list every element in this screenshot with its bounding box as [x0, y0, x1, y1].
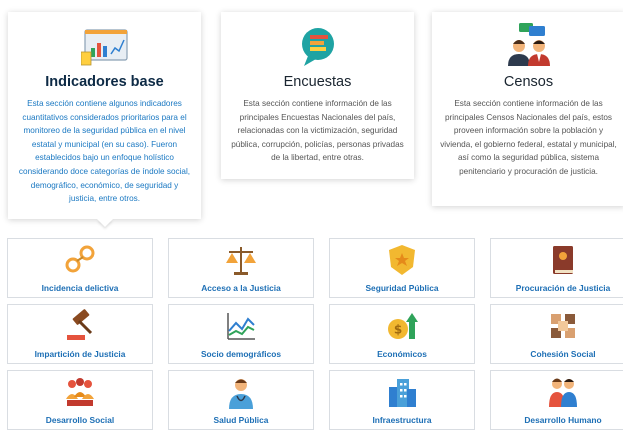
category-desarrollo-humano[interactable]: Desarrollo Humano — [490, 370, 623, 430]
category-label: Socio demográficos — [200, 349, 282, 359]
card-description: Esta sección contiene información de las… — [440, 99, 617, 176]
category-socio-demograficos[interactable]: Socio demográficos — [168, 304, 314, 364]
card-indicadores-base[interactable]: Indicadores base Esta sección contiene a… — [8, 12, 201, 219]
law-book-icon — [553, 246, 573, 274]
category-label: Desarrollo Humano — [524, 415, 602, 425]
category-label: Infraestructura — [372, 415, 432, 425]
category-cohesion-social[interactable]: Cohesión Social — [490, 304, 623, 364]
category-acceso-justicia[interactable]: Acceso a la Justicia — [168, 238, 314, 298]
scales-icon — [226, 247, 256, 275]
category-desarrollo-social[interactable]: Desarrollo Social — [7, 370, 153, 430]
community-icon — [66, 378, 94, 406]
card-description: Esta sección contiene algunos indicadore… — [18, 99, 191, 204]
people-census-icon — [505, 22, 553, 68]
gavel-icon — [67, 309, 93, 340]
category-label: Procuración de Justicia — [515, 283, 611, 293]
category-incidencia-delictiva[interactable]: Incidencia delictiva — [7, 238, 153, 298]
category-procuracion-justicia[interactable]: Procuración de Justicia — [490, 238, 623, 298]
category-label: Económicos — [377, 349, 427, 359]
category-label: Seguridad Pública — [365, 283, 439, 293]
card-title: Censos — [503, 74, 554, 90]
card-title: Encuestas — [283, 74, 352, 90]
category-economicos[interactable]: $ Económicos — [329, 304, 475, 364]
card-title: Indicadores base — [45, 74, 164, 90]
line-chart-icon — [227, 313, 255, 340]
card-encuestas[interactable]: Encuestas Esta sección contiene informac… — [221, 12, 414, 179]
category-imparticion-justicia[interactable]: Impartición de Justicia — [7, 304, 153, 364]
coin-growth-icon: $ — [388, 313, 418, 339]
selected-card-pointer — [97, 219, 113, 227]
family-icon — [549, 378, 577, 407]
card-censos[interactable]: Censos Esta sección contiene información… — [432, 12, 623, 206]
category-label: Incidencia delictiva — [41, 283, 119, 293]
category-label: Impartición de Justicia — [34, 349, 126, 359]
building-icon — [389, 379, 416, 407]
card-description: Esta sección contiene información de las… — [231, 99, 404, 163]
doctor-icon — [229, 379, 253, 409]
category-salud-publica[interactable]: Salud Pública — [168, 370, 314, 430]
svg-text:$: $ — [394, 323, 402, 337]
category-label: Salud Pública — [213, 415, 269, 425]
handcuffs-icon — [65, 245, 95, 273]
police-badge-icon — [389, 245, 415, 275]
survey-chat-icon — [298, 26, 338, 68]
category-label: Cohesión Social — [530, 349, 596, 359]
category-label: Desarrollo Social — [45, 415, 115, 425]
category-label: Acceso a la Justicia — [201, 283, 281, 293]
category-infraestructura[interactable]: Infraestructura — [329, 370, 475, 430]
category-seguridad-publica[interactable]: Seguridad Pública — [329, 238, 475, 298]
chart-screen-icon — [80, 28, 129, 66]
handshake-icon — [551, 314, 575, 338]
